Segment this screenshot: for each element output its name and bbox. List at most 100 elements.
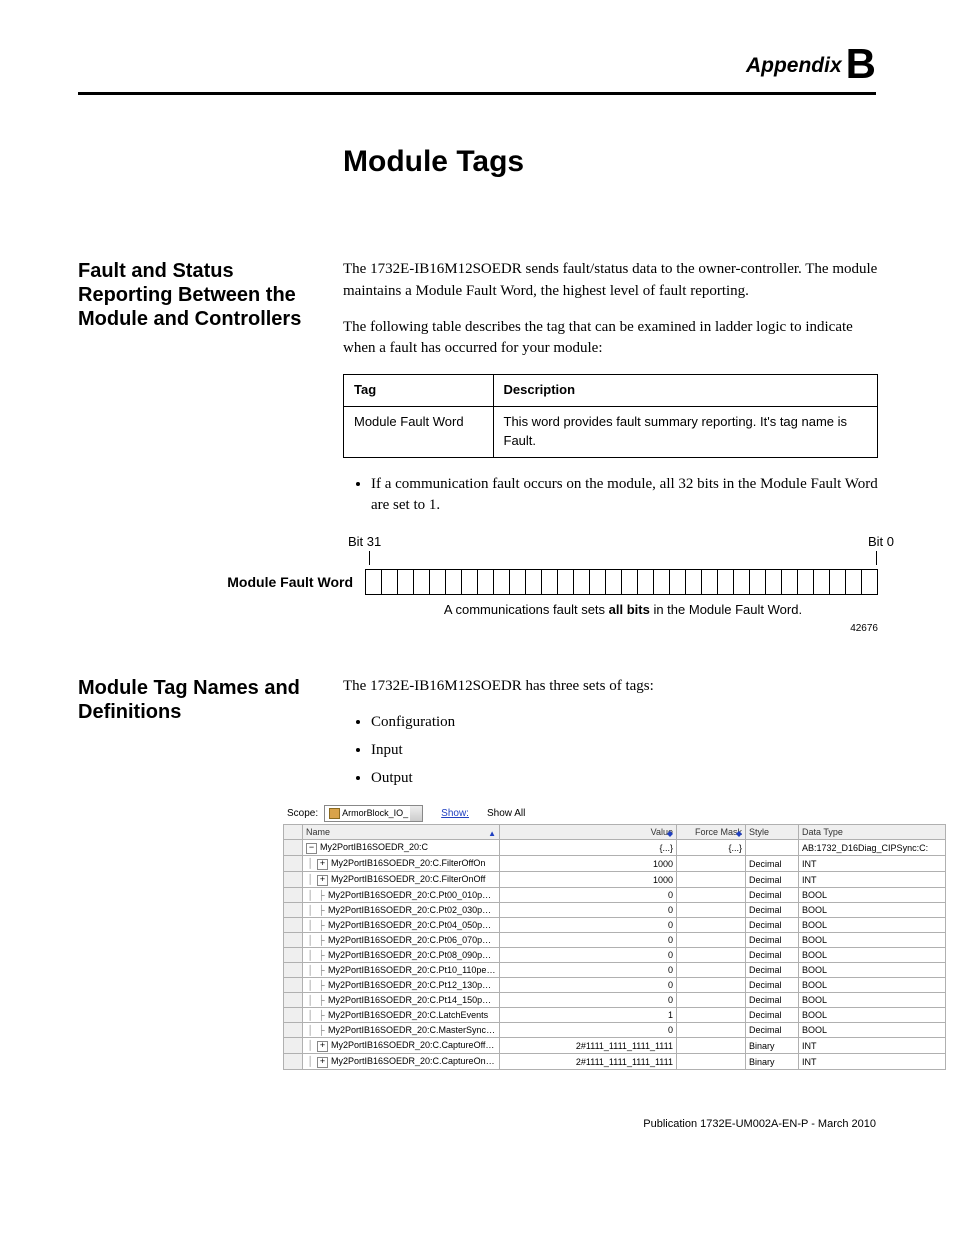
table-row[interactable]: │+My2PortIB16SOEDR_20:C.CaptureOffOn2#11… [284,1038,946,1054]
expander-icon[interactable]: + [317,859,328,870]
expander-icon[interactable]: + [317,1041,328,1052]
cell-value[interactable]: 0 [500,903,677,918]
cell-force[interactable] [677,933,746,948]
cell-style[interactable]: Decimal [746,888,799,903]
table-row[interactable]: │├My2PortIB16SOEDR_20:C.Pt14_150penWireE… [284,993,946,1008]
row-selector[interactable] [284,856,303,872]
cell-force[interactable] [677,1038,746,1054]
cell-force[interactable] [677,856,746,872]
row-selector[interactable] [284,948,303,963]
table-row[interactable]: −My2PortIB16SOEDR_20:C{...}{...}AB:1732_… [284,840,946,856]
cell-style[interactable]: Decimal [746,963,799,978]
col-style[interactable]: Style [746,825,799,840]
table-row[interactable]: │├My2PortIB16SOEDR_20:C.Pt00_010penWireE… [284,888,946,903]
cell-value[interactable]: 0 [500,978,677,993]
cell-style[interactable]: Decimal [746,872,799,888]
cell-style[interactable]: Decimal [746,948,799,963]
cell-value[interactable]: 0 [500,963,677,978]
table-row[interactable]: │├My2PortIB16SOEDR_20:C.Pt10_110penWireE… [284,963,946,978]
cell-name[interactable]: │├My2PortIB16SOEDR_20:C.MasterSyncEn [303,1023,500,1038]
row-selector[interactable] [284,872,303,888]
cell-name[interactable]: │├My2PortIB16SOEDR_20:C.Pt14_150penWireE… [303,993,500,1008]
expander-icon[interactable]: + [317,1057,328,1068]
cell-name[interactable]: │+My2PortIB16SOEDR_20:C.FilterOffOn [303,856,500,872]
table-row[interactable]: │├My2PortIB16SOEDR_20:C.MasterSyncEn0 Dec… [284,1023,946,1038]
row-selector[interactable] [284,933,303,948]
row-selector[interactable] [284,1038,303,1054]
cell-style[interactable]: Decimal [746,918,799,933]
cell-name[interactable]: │├My2PortIB16SOEDR_20:C.Pt08_090penWireE… [303,948,500,963]
table-row[interactable]: │├My2PortIB16SOEDR_20:C.Pt08_090penWireE… [284,948,946,963]
table-row[interactable]: │+My2PortIB16SOEDR_20:C.FilterOnOff1000 D… [284,872,946,888]
cell-value[interactable]: 0 [500,918,677,933]
row-selector[interactable] [284,840,303,856]
cell-value[interactable]: 0 [500,888,677,903]
cell-name[interactable]: │├My2PortIB16SOEDR_20:C.Pt10_110penWireE… [303,963,500,978]
cell-name[interactable]: │+My2PortIB16SOEDR_20:C.FilterOnOff [303,872,500,888]
cell-force[interactable] [677,963,746,978]
cell-value[interactable]: 0 [500,933,677,948]
cell-style[interactable]: Decimal [746,856,799,872]
table-row[interactable]: │+My2PortIB16SOEDR_20:C.CaptureOnOff2#11… [284,1054,946,1070]
table-row[interactable]: │+My2PortIB16SOEDR_20:C.FilterOffOn1000 D… [284,856,946,872]
table-row[interactable]: │├My2PortIB16SOEDR_20:C.Pt02_030penWireE… [284,903,946,918]
cell-name[interactable]: │├My2PortIB16SOEDR_20:C.Pt00_010penWireE… [303,888,500,903]
cell-value[interactable]: 1000 [500,872,677,888]
expander-icon[interactable]: + [317,875,328,886]
cell-value[interactable]: 2#1111_1111_1111_1111 [500,1038,677,1054]
cell-force[interactable] [677,903,746,918]
cell-value[interactable]: 2#1111_1111_1111_1111 [500,1054,677,1070]
cell-style[interactable]: Decimal [746,978,799,993]
row-selector[interactable] [284,978,303,993]
cell-force[interactable] [677,918,746,933]
row-selector[interactable] [284,1008,303,1023]
cell-name[interactable]: −My2PortIB16SOEDR_20:C [303,840,500,856]
scope-dropdown[interactable]: ArmorBlock_IO_ [324,805,423,822]
row-selector[interactable] [284,993,303,1008]
cell-name[interactable]: │├My2PortIB16SOEDR_20:C.Pt04_050penWireE… [303,918,500,933]
cell-style[interactable]: Binary [746,1038,799,1054]
row-selector[interactable] [284,963,303,978]
col-value[interactable]: Value◆ [500,825,677,840]
cell-style[interactable]: Decimal [746,933,799,948]
cell-style[interactable]: Decimal [746,993,799,1008]
row-selector[interactable] [284,888,303,903]
cell-value[interactable]: 1 [500,1008,677,1023]
cell-force[interactable] [677,888,746,903]
table-row[interactable]: │├My2PortIB16SOEDR_20:C.Pt06_070penWireE… [284,933,946,948]
row-selector[interactable] [284,1023,303,1038]
cell-force[interactable] [677,872,746,888]
cell-style[interactable] [746,840,799,856]
cell-value[interactable]: {...} [500,840,677,856]
cell-value[interactable]: 0 [500,993,677,1008]
cell-value[interactable]: 0 [500,948,677,963]
cell-force[interactable]: {...} [677,840,746,856]
cell-name[interactable]: │├My2PortIB16SOEDR_20:C.Pt02_030penWireE… [303,903,500,918]
cell-force[interactable] [677,1008,746,1023]
cell-style[interactable]: Decimal [746,1023,799,1038]
cell-style[interactable]: Decimal [746,903,799,918]
show-link[interactable]: Show: [441,807,469,822]
cell-force[interactable] [677,993,746,1008]
cell-force[interactable] [677,1023,746,1038]
row-selector[interactable] [284,1054,303,1070]
table-row[interactable]: │├My2PortIB16SOEDR_20:C.Pt12_130penWireE… [284,978,946,993]
cell-name[interactable]: │├My2PortIB16SOEDR_20:C.Pt12_130penWireE… [303,978,500,993]
col-force[interactable]: Force Mask◆ [677,825,746,840]
cell-name[interactable]: │├My2PortIB16SOEDR_20:C.Pt06_070penWireE… [303,933,500,948]
cell-value[interactable]: 1000 [500,856,677,872]
table-row[interactable]: │├My2PortIB16SOEDR_20:C.Pt04_050penWireE… [284,918,946,933]
cell-force[interactable] [677,978,746,993]
col-dtype[interactable]: Data Type [799,825,946,840]
table-row[interactable]: │├My2PortIB16SOEDR_20:C.LatchEvents1 Deci… [284,1008,946,1023]
row-selector[interactable] [284,903,303,918]
cell-style[interactable]: Binary [746,1054,799,1070]
cell-value[interactable]: 0 [500,1023,677,1038]
col-name[interactable]: Name▲ [303,825,500,840]
cell-force[interactable] [677,1054,746,1070]
expander-icon[interactable]: − [306,843,317,854]
cell-style[interactable]: Decimal [746,1008,799,1023]
cell-name[interactable]: │+My2PortIB16SOEDR_20:C.CaptureOffOn [303,1038,500,1054]
row-selector[interactable] [284,918,303,933]
cell-name[interactable]: │├My2PortIB16SOEDR_20:C.LatchEvents [303,1008,500,1023]
